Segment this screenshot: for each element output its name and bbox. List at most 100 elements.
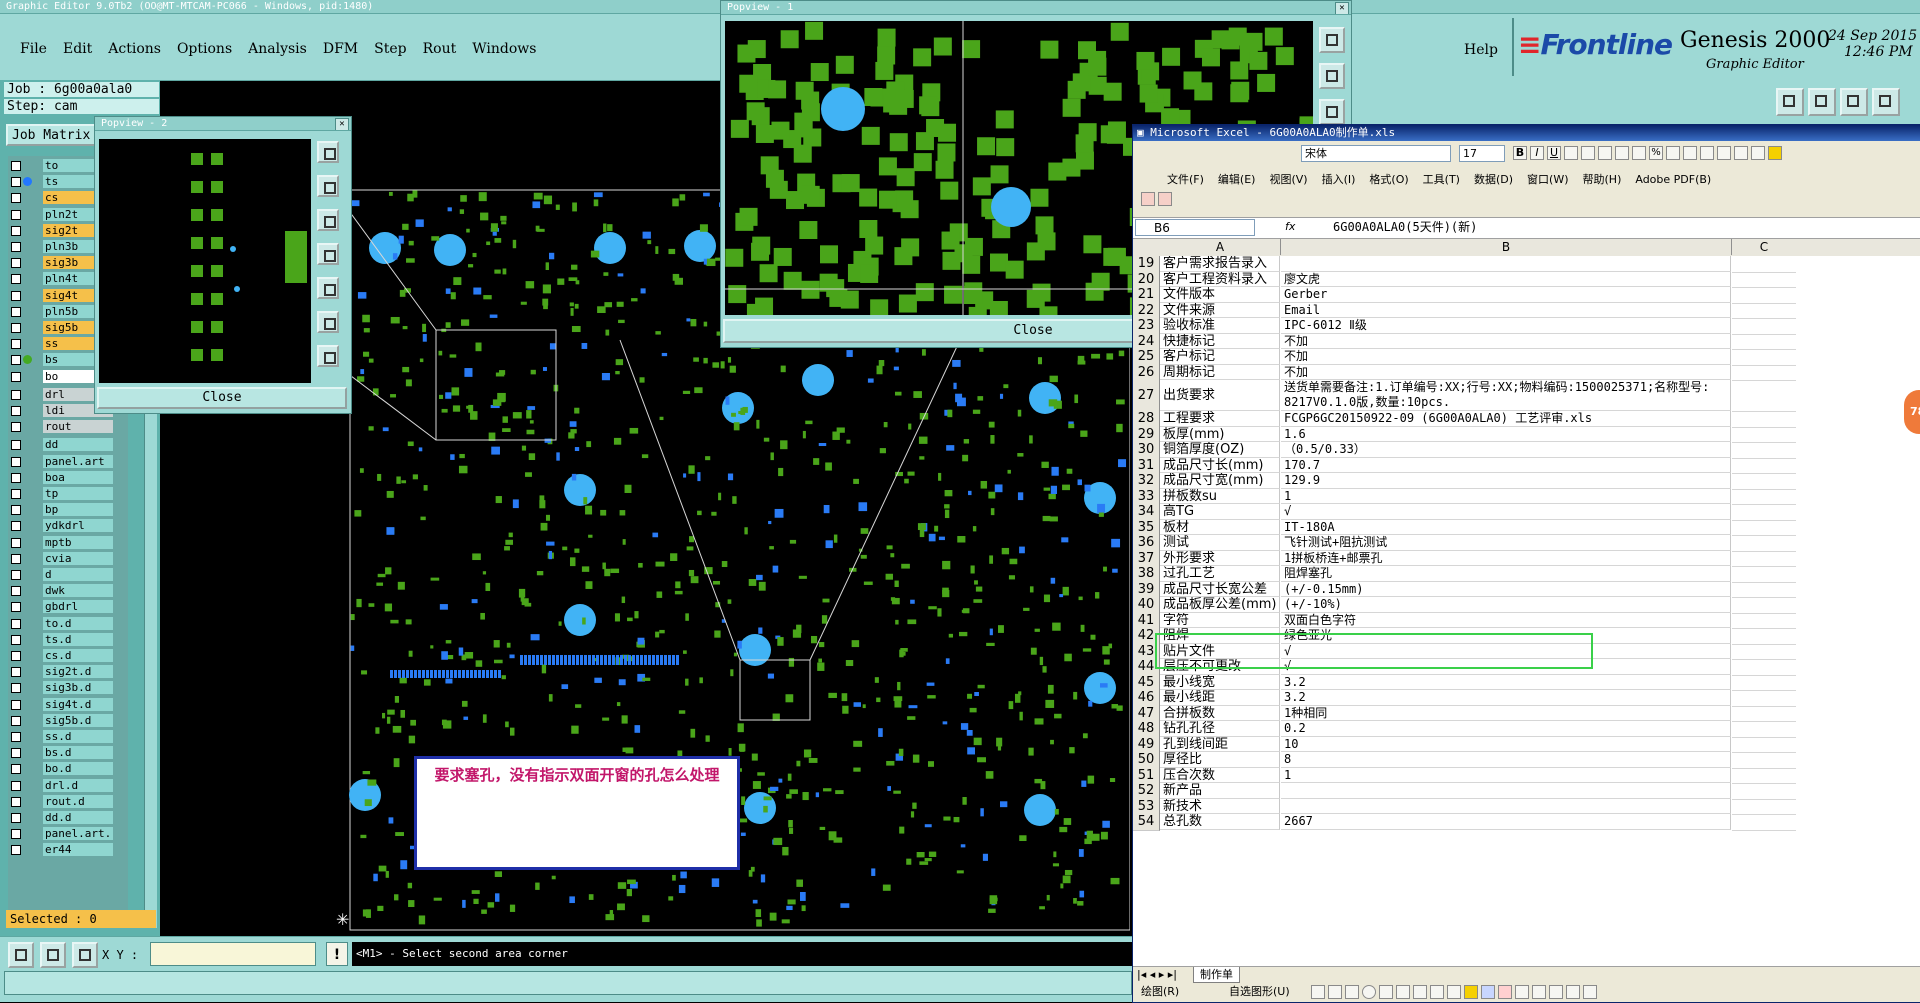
cell-b[interactable] xyxy=(1281,783,1731,799)
cell-a[interactable]: 客户工程资料录入 xyxy=(1160,271,1280,287)
currency-icon[interactable] xyxy=(1632,145,1646,160)
row-number[interactable]: 29 xyxy=(1133,426,1160,443)
tool-fit-icon[interactable] xyxy=(1872,88,1900,116)
layer-name[interactable]: tp xyxy=(43,487,113,500)
line-color-icon[interactable] xyxy=(1481,985,1495,999)
menu-edit[interactable]: Edit xyxy=(63,41,92,57)
cell-b[interactable]: 送货单需要备注:1.订单编号:XX;行号:XX;物料编码:1500025371;… xyxy=(1281,380,1731,411)
cell-b[interactable]: 1 xyxy=(1281,767,1731,783)
font-name-select[interactable]: 宋体 xyxy=(1301,145,1451,162)
cell-b[interactable]: 0.2 xyxy=(1281,721,1731,737)
sheet-nav-icon[interactable]: |◂ ◂ ▸ ▸| xyxy=(1137,967,1177,982)
layer-checkbox[interactable] xyxy=(11,748,21,759)
excel-menu-item[interactable]: 文件(F) xyxy=(1167,173,1204,186)
cell-b[interactable]: 8 xyxy=(1281,752,1731,768)
sheet-grid[interactable]: 19 客户需求报告录入 20 客户工程资料录入 廖文虎 21 文件版本 Gerber 22 文件来… xyxy=(1133,256,1920,966)
oval-tool-icon[interactable] xyxy=(1362,985,1376,999)
cell-b[interactable]: Email xyxy=(1281,302,1731,318)
layer-checkbox[interactable] xyxy=(11,845,21,856)
cell-a[interactable]: 板材 xyxy=(1160,519,1280,535)
cell-a[interactable]: 成品尺寸长宽公差 xyxy=(1160,581,1280,597)
row-number[interactable]: 25 xyxy=(1133,349,1160,366)
formula-content[interactable]: 6G00A0ALA0(5天件)(新) xyxy=(1333,219,1477,236)
row-number[interactable]: 33 xyxy=(1133,488,1160,505)
layer-checkbox[interactable] xyxy=(11,521,21,532)
layer-name[interactable]: er44 xyxy=(43,843,113,857)
cell-a[interactable]: 最小线距 xyxy=(1160,690,1280,706)
layer-row[interactable]: panel.art xyxy=(8,454,124,468)
cell-b[interactable]: 1拼板桥连+邮票孔 xyxy=(1281,550,1731,566)
dash-style-icon[interactable] xyxy=(1532,985,1546,999)
cell-c[interactable] xyxy=(1732,752,1796,769)
layer-name[interactable]: cs.d xyxy=(43,649,113,662)
row-number[interactable]: 23 xyxy=(1133,318,1160,335)
pv2-pan-down-icon[interactable] xyxy=(317,209,339,231)
layer-name[interactable]: cvia xyxy=(43,551,113,565)
layer-row[interactable]: d xyxy=(8,568,124,581)
layer-checkbox[interactable] xyxy=(11,472,21,483)
layer-row[interactable]: panel.art. xyxy=(8,827,124,841)
cell-b[interactable]: 不加 xyxy=(1281,364,1731,380)
layer-name[interactable]: sig3b.d xyxy=(43,681,113,695)
cell-c[interactable] xyxy=(1732,644,1796,660)
popview2-close-button[interactable]: Close xyxy=(97,387,347,409)
layer-checkbox[interactable] xyxy=(11,553,21,564)
cell-c[interactable] xyxy=(1732,675,1796,691)
align-center-icon[interactable] xyxy=(1581,145,1595,160)
shadow-icon[interactable] xyxy=(1566,985,1580,999)
cell-c[interactable] xyxy=(1732,721,1796,738)
cell-c[interactable] xyxy=(1732,365,1796,381)
cell-c[interactable] xyxy=(1732,504,1796,521)
menu-rout[interactable]: Rout xyxy=(423,41,457,57)
pdf-email-icon[interactable] xyxy=(1158,191,1172,206)
measure-mode-icon[interactable] xyxy=(40,942,66,968)
cell-c[interactable] xyxy=(1732,303,1796,319)
layer-checkbox[interactable] xyxy=(11,489,21,499)
rectangle-tool-icon[interactable] xyxy=(1345,985,1359,999)
cell-c[interactable] xyxy=(1732,659,1796,676)
cell-b[interactable]: 双面白色字符 xyxy=(1281,612,1731,628)
layer-checkbox[interactable] xyxy=(11,651,21,661)
layer-row[interactable]: rout xyxy=(8,420,124,434)
cell-c[interactable] xyxy=(1732,535,1796,552)
layer-checkbox[interactable] xyxy=(11,355,21,366)
layer-name[interactable]: d xyxy=(43,568,113,581)
excel-menu-item[interactable]: 格式(O) xyxy=(1369,173,1408,186)
pv2-zoom-in-icon[interactable] xyxy=(317,141,339,163)
layer-checkbox[interactable] xyxy=(11,537,21,548)
layer-name[interactable]: mptb xyxy=(43,535,113,549)
pv1-pan-up-icon[interactable] xyxy=(1319,63,1345,89)
excel-menu-item[interactable]: 工具(T) xyxy=(1423,173,1460,186)
layer-name[interactable]: bs.d xyxy=(43,746,113,760)
cell-c[interactable] xyxy=(1732,272,1796,288)
layer-checkbox[interactable] xyxy=(11,829,21,840)
layer-checkbox[interactable] xyxy=(11,586,21,597)
row-number[interactable]: 48 xyxy=(1133,721,1160,738)
pv2-fit-icon[interactable] xyxy=(317,345,339,367)
tool-import-icon[interactable] xyxy=(1776,88,1804,116)
layer-row[interactable]: gbdrl xyxy=(8,600,124,614)
cell-b[interactable]: 170.7 xyxy=(1281,457,1731,473)
diagram-tool-icon[interactable] xyxy=(1413,985,1427,999)
row-number[interactable]: 52 xyxy=(1133,783,1160,800)
cell-c[interactable] xyxy=(1732,442,1796,459)
column-c-header[interactable]: C xyxy=(1732,239,1796,255)
layer-name[interactable]: sig2t.d xyxy=(43,665,113,679)
layer-row[interactable]: bp xyxy=(8,503,124,517)
layer-name[interactable]: dd xyxy=(43,438,113,452)
layer-name[interactable]: ts.d xyxy=(43,632,113,646)
cell-c[interactable] xyxy=(1732,349,1796,366)
pdf-convert-icon[interactable] xyxy=(1141,191,1155,206)
layer-row[interactable]: mptb xyxy=(8,535,124,549)
layer-checkbox[interactable] xyxy=(11,618,21,629)
pv2-zoom-out-icon[interactable] xyxy=(317,311,339,333)
layer-row[interactable]: dd.d xyxy=(8,811,124,824)
cell-c[interactable] xyxy=(1732,737,1796,753)
cell-c[interactable] xyxy=(1732,690,1796,707)
fill-tool-icon[interactable] xyxy=(1464,985,1478,999)
snap-mode-icon[interactable] xyxy=(8,942,34,968)
cell-a[interactable]: 钻孔孔径 xyxy=(1160,721,1280,737)
cell-b[interactable]: 3.2 xyxy=(1281,690,1731,706)
layer-checkbox[interactable] xyxy=(11,732,21,742)
menu-actions[interactable]: Actions xyxy=(108,41,161,57)
